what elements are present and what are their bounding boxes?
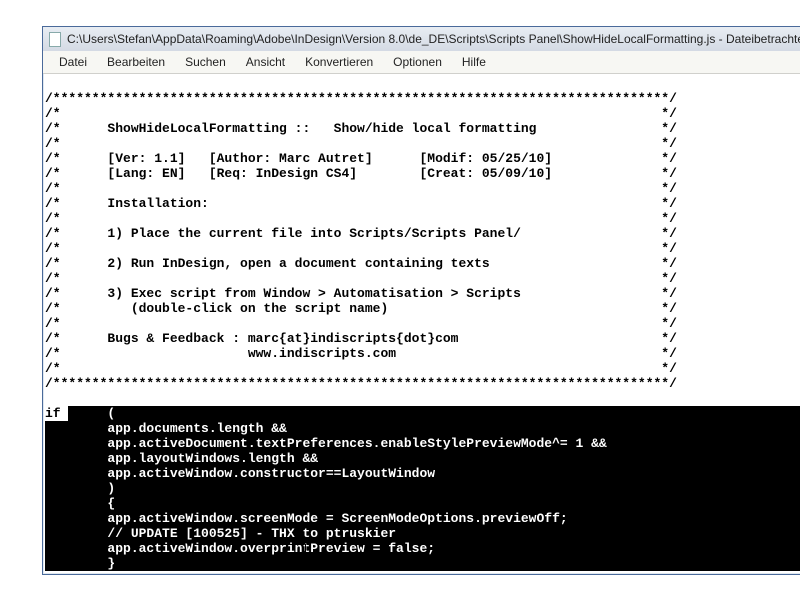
code-line: /* */ [45, 316, 677, 331]
code-line: /* www.indiscripts.com */ [45, 346, 677, 361]
menu-bearbeiten[interactable]: Bearbeiten [97, 53, 175, 71]
window-title: C:\Users\Stefan\AppData\Roaming\Adobe\In… [67, 32, 800, 46]
menu-hilfe[interactable]: Hilfe [452, 53, 496, 71]
code-line: /* Installation: */ [45, 196, 677, 211]
selection: // UPDATE [100525] - THX to ptruskier [45, 526, 800, 541]
code-token-if: if [45, 406, 68, 421]
selection: { [45, 496, 800, 511]
code-line [45, 391, 53, 406]
code-line: /* Bugs & Feedback : marc{at}indiscripts… [45, 331, 677, 346]
code-line: /* 2) Run InDesign, open a document cont… [45, 256, 677, 271]
code-line: /* */ [45, 136, 677, 151]
code-line: /* */ [45, 361, 677, 376]
code-line: /* */ [45, 271, 677, 286]
menu-datei[interactable]: Datei [49, 53, 97, 71]
code-line: /* */ [45, 211, 677, 226]
code-line: /* [Lang: EN] [Req: InDesign CS4] [Creat… [45, 166, 677, 181]
code-line: /* */ [45, 106, 677, 121]
selection-row: if ( [45, 406, 800, 421]
code-line: /* */ [45, 181, 677, 196]
title-bar[interactable]: C:\Users\Stefan\AppData\Roaming\Adobe\In… [43, 27, 800, 51]
editor-window: C:\Users\Stefan\AppData\Roaming\Adobe\In… [42, 26, 800, 575]
menu-bar: Datei Bearbeiten Suchen Ansicht Konverti… [43, 51, 800, 74]
selection: ) [45, 481, 800, 496]
selection: ( [68, 406, 800, 421]
code-line: /* 3) Exec script from Window > Automati… [45, 286, 677, 301]
menu-optionen[interactable]: Optionen [383, 53, 452, 71]
code-line: /***************************************… [45, 376, 677, 391]
document-icon [47, 31, 63, 47]
code-line: /* ShowHideLocalFormatting :: Show/hide … [45, 121, 677, 136]
code-line: /* (double-click on the script name) */ [45, 301, 677, 316]
code-area[interactable]: /***************************************… [43, 74, 800, 575]
menu-suchen[interactable]: Suchen [175, 53, 236, 71]
selection: app.layoutWindows.length && [45, 451, 800, 466]
selection: } [45, 556, 800, 571]
selection: app.activeWindow.screenMode = ScreenMode… [45, 511, 800, 526]
code-line: /* */ [45, 241, 677, 256]
menu-konvertieren[interactable]: Konvertieren [295, 53, 383, 71]
selection: app.activeWindow.overprintPreview = fals… [45, 541, 800, 556]
selection: app.activeDocument.textPreferences.enabl… [45, 436, 800, 451]
code-line: /* [Ver: 1.1] [Author: Marc Autret] [Mod… [45, 151, 677, 166]
selection: app.documents.length && [45, 421, 800, 436]
menu-ansicht[interactable]: Ansicht [236, 53, 295, 71]
selection: app.activeWindow.constructor==LayoutWind… [45, 466, 800, 481]
code-line: /* 1) Place the current file into Script… [45, 226, 677, 241]
code-line: /***************************************… [45, 91, 677, 106]
